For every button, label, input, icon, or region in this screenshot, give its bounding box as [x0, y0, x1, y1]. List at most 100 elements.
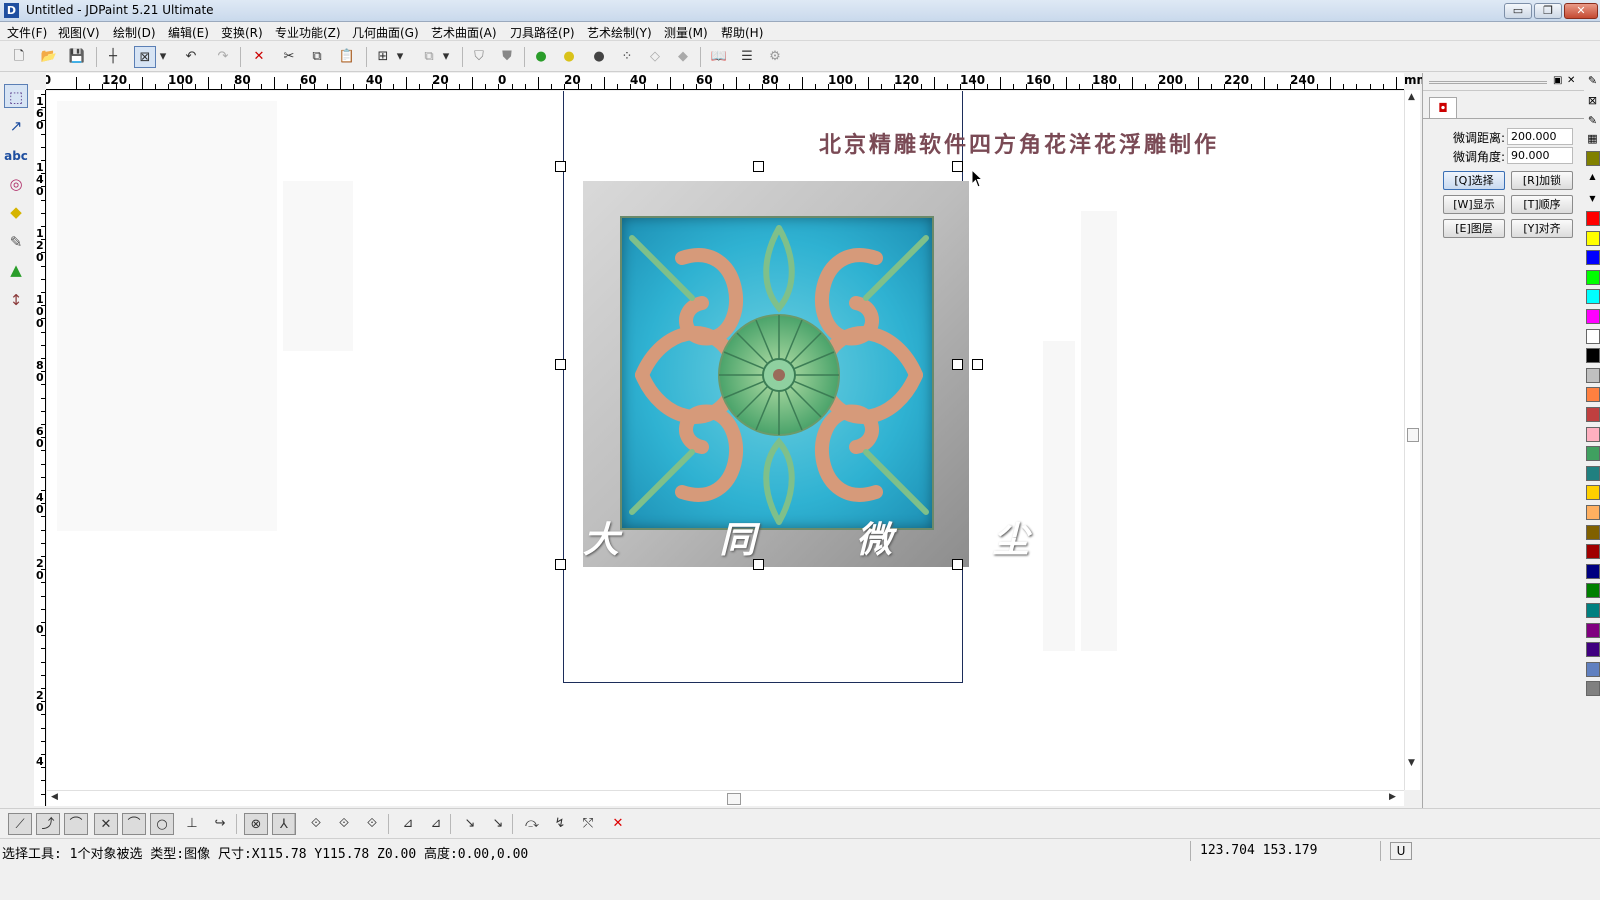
cancel-icon[interactable]: ✕ [606, 813, 630, 835]
color-swatch[interactable] [1586, 603, 1600, 618]
trim-icon[interactable]: ⊿ [424, 813, 448, 835]
color-swatch[interactable] [1586, 583, 1600, 599]
pen-icon[interactable]: ✎ [1585, 73, 1600, 89]
dark-bulb-icon[interactable]: ● [588, 46, 610, 68]
color-swatch[interactable] [1586, 151, 1600, 166]
rotate-handle[interactable] [972, 359, 983, 370]
color-swatch[interactable] [1586, 563, 1600, 579]
color-swatch[interactable] [1586, 661, 1600, 677]
color-swatch[interactable] [1586, 348, 1600, 364]
color-swatch[interactable] [1586, 289, 1600, 305]
horizontal-scroll-thumb[interactable] [727, 793, 741, 805]
display-button[interactable]: [W]显示 [1443, 195, 1505, 214]
color-swatch[interactable] [1586, 230, 1600, 246]
color-swatch[interactable] [1586, 426, 1600, 442]
unit-toggle-button[interactable]: U [1390, 842, 1412, 860]
resize-handle-top-right[interactable] [952, 161, 963, 172]
align-button[interactable]: [Y]对齐 [1511, 219, 1573, 238]
selected-image-object[interactable]: 大 同 微 尘 [583, 181, 1029, 567]
fine-distance-input[interactable] [1507, 128, 1573, 145]
color-swatch[interactable] [1586, 446, 1600, 462]
book-icon[interactable]: 📖 [708, 46, 730, 68]
resize-handle-top[interactable] [753, 161, 764, 172]
tool-settings-icon[interactable]: ⚙ [764, 46, 786, 68]
shield-outline-icon[interactable]: ⛉ [468, 46, 490, 68]
view-icon[interactable]: ⧉ [418, 46, 440, 68]
diamond-a-icon[interactable]: ⟐ [304, 813, 328, 835]
menu-measure[interactable]: 测量(M) [664, 24, 708, 41]
menu-art-surface[interactable]: 艺术曲面(A) [431, 24, 497, 41]
chevron-down-icon[interactable]: ▾ [394, 46, 406, 68]
select-mode-button[interactable]: [Q]选择 [1443, 171, 1505, 190]
color-swatch[interactable] [1586, 524, 1600, 540]
yellow-bulb-icon[interactable]: ● [558, 46, 580, 68]
circle-tool-icon[interactable]: ○ [150, 813, 174, 835]
pick-icon[interactable]: ↘ [458, 813, 482, 835]
color-swatch[interactable] [1586, 211, 1600, 226]
color-swatch[interactable] [1586, 367, 1600, 383]
scroll-up-icon[interactable]: ▲ [1408, 92, 1415, 102]
open-folder-icon[interactable]: 📂 [38, 46, 60, 68]
menu-transform[interactable]: 变换(R) [221, 24, 263, 41]
cross-tool-icon[interactable]: ✕ [94, 813, 118, 835]
select-tool-icon[interactable]: ⬚ [4, 84, 28, 108]
panel-restore-icon[interactable]: ▣ [1553, 75, 1562, 86]
color-swatch[interactable] [1586, 485, 1600, 501]
snap-point-icon[interactable]: ⊗ [244, 813, 268, 835]
menu-help[interactable]: 帮助(H) [721, 24, 763, 41]
line-tool-icon[interactable]: ⟋ [8, 813, 32, 835]
layer-button[interactable]: [E]图层 [1443, 219, 1505, 238]
color-swatch[interactable] [1586, 465, 1600, 481]
scroll-left-icon[interactable]: ◀ [51, 792, 58, 802]
measure-tool-icon[interactable]: ↕ [4, 288, 28, 312]
snap-axis-icon[interactable]: ⅄ [272, 813, 296, 835]
minimize-button[interactable]: ▭ [1504, 3, 1532, 19]
offset-icon[interactable]: ↯ [548, 813, 572, 835]
delete-icon[interactable]: ✕ [248, 46, 270, 68]
new-file-icon[interactable]: 🗋 [8, 46, 30, 68]
surface-tool-icon[interactable]: ▲ [4, 258, 28, 282]
color-swatch[interactable] [1586, 642, 1600, 658]
resize-handle-bottom-left[interactable] [555, 559, 566, 570]
nav-back-icon[interactable]: ◇ [644, 46, 666, 68]
panel-tab-select[interactable]: ◘ [1429, 97, 1457, 119]
menu-art-draw[interactable]: 艺术绘制(Y) [587, 24, 652, 41]
select-box-icon[interactable]: ⊠ [134, 46, 156, 68]
rotate-view-icon[interactable]: ⤼ [520, 813, 544, 835]
panel-grip[interactable] [1429, 81, 1547, 84]
polyline-tool-icon[interactable]: ⤴ [36, 813, 60, 835]
resize-handle-right[interactable] [952, 359, 963, 370]
snap-grid-icon[interactable]: ⊞ [372, 46, 394, 68]
menu-toolpath[interactable]: 刀具路径(P) [510, 24, 575, 41]
color-swatch[interactable] [1586, 622, 1600, 638]
cut-icon[interactable]: ✂ [278, 46, 300, 68]
node-edit-icon[interactable]: ↗ [4, 114, 28, 138]
color-swatch[interactable] [1586, 681, 1600, 697]
menu-professional[interactable]: 专业功能(Z) [275, 24, 341, 41]
lines-icon[interactable]: ☰ [736, 46, 758, 68]
fill-tool-icon[interactable]: ◆ [4, 200, 28, 224]
redo-icon[interactable]: ↷ [212, 46, 234, 68]
menu-draw[interactable]: 绘制(D) [113, 24, 156, 41]
eraser-tool-icon[interactable]: ✎ [4, 230, 28, 254]
color-swatch[interactable] [1586, 407, 1600, 422]
resize-handle-top-left[interactable] [555, 161, 566, 172]
color-swatch[interactable] [1586, 309, 1600, 324]
green-bulb-icon[interactable]: ● [530, 46, 552, 68]
arc-tool-icon[interactable]: ⌒ [64, 813, 88, 835]
color-swatch[interactable] [1586, 269, 1600, 285]
crosshair-icon[interactable]: ┼ [102, 46, 124, 68]
resize-handle-bottom-right[interactable] [952, 559, 963, 570]
palette-scroll-up-icon[interactable]: ▲ [1585, 169, 1600, 185]
vertical-scroll-thumb[interactable] [1407, 428, 1419, 442]
diamond-b-icon[interactable]: ⟐ [332, 813, 356, 835]
menu-geometric-surface[interactable]: 几何曲面(G) [352, 24, 419, 41]
text-tool-icon[interactable]: abc [4, 144, 28, 168]
drawing-canvas[interactable]: 北京精雕软件四方角花洋花浮雕制作 大 同 微 尘 [47, 91, 1404, 791]
shape-tool-icon[interactable]: ◎ [4, 172, 28, 196]
restore-button[interactable]: ❐ [1534, 3, 1562, 19]
vertical-scrollbar[interactable]: ▲ ▼ [1404, 90, 1420, 790]
menu-view[interactable]: 视图(V) [58, 24, 100, 41]
undo-icon[interactable]: ↶ [180, 46, 202, 68]
lights-group-icon[interactable]: ⁘ [616, 46, 638, 68]
